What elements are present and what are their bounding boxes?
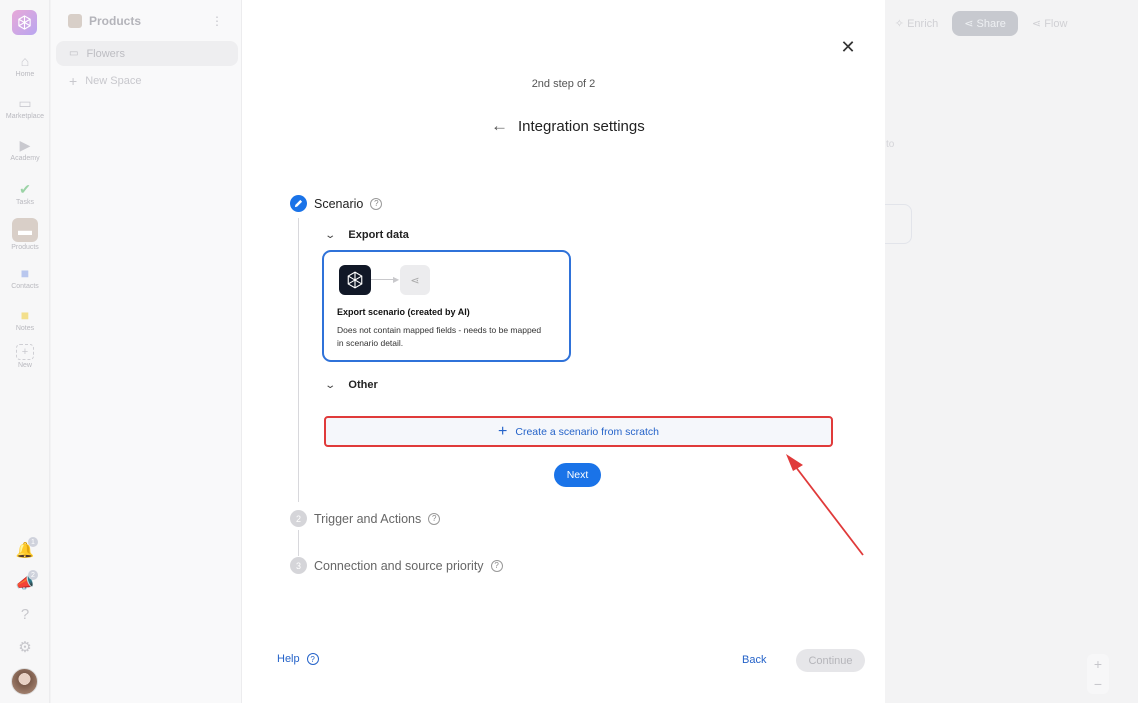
rail-label-marketplace: Marketplace xyxy=(5,113,45,120)
share-button: ⋖ Share xyxy=(952,10,1018,36)
help-circle-icon[interactable]: ? xyxy=(0,606,50,623)
help-icon: ? xyxy=(306,653,319,665)
group-export-data[interactable]: ⌄ Export data xyxy=(324,229,409,241)
step-label: Connection and source priority xyxy=(314,558,484,573)
group-label: Export data xyxy=(348,229,409,241)
enrich-label: Enrich xyxy=(907,17,939,30)
rail-item-home[interactable]: ⌂ Home xyxy=(0,53,50,78)
rail-label-home: Home xyxy=(15,71,35,78)
more-options-icon[interactable]: ⋮ xyxy=(211,14,223,28)
box-icon: ▬ xyxy=(12,218,38,242)
zoom-out-icon[interactable]: − xyxy=(1094,676,1102,692)
pencil-icon xyxy=(290,195,307,212)
contact-icon: ■ xyxy=(20,265,30,281)
chevron-down-icon: ⌄ xyxy=(324,229,337,241)
rail-item-new[interactable]: + New xyxy=(0,344,50,369)
step-indicator: 2nd step of 2 xyxy=(531,78,596,90)
flow-button: ⋖ Flow xyxy=(1031,17,1068,30)
rail-label-contacts: Contacts xyxy=(11,283,39,290)
notifications-bell-icon[interactable]: 🔔 xyxy=(0,541,50,559)
megaphone-icon[interactable]: 📣 xyxy=(0,574,50,592)
step-trigger-actions[interactable]: 2 Trigger and Actions ? xyxy=(290,510,441,527)
home-icon: ⌂ xyxy=(20,53,30,69)
announcements-badge: 2 xyxy=(28,570,38,580)
rail-item-notes[interactable]: ■ Notes xyxy=(0,307,50,332)
space-item-label: Flowers xyxy=(86,47,125,60)
note-icon: ■ xyxy=(20,307,30,323)
create-scenario-button[interactable]: + Create a scenario from scratch xyxy=(324,416,833,447)
background-text: to xyxy=(886,139,895,150)
step-label: Trigger and Actions xyxy=(314,511,422,526)
card-title: Export scenario (created by AI) xyxy=(337,307,470,317)
flow-label: Flow xyxy=(1044,17,1068,30)
rail-label-academy: Academy xyxy=(10,155,40,162)
step-number: 3 xyxy=(290,557,307,574)
space-item-flowers[interactable]: ▭ Flowers xyxy=(56,41,238,66)
store-icon: ▭ xyxy=(18,94,32,111)
rail-label-notes: Notes xyxy=(15,325,35,332)
chevron-down-icon: ⌄ xyxy=(324,379,337,391)
export-scenario-card[interactable]: ▶ ⋖ Export scenario (created by AI) Does… xyxy=(322,250,571,362)
back-arrow-icon[interactable]: ← xyxy=(491,116,508,136)
check-icon: ✔ xyxy=(19,180,31,197)
rail-item-contacts[interactable]: ■ Contacts xyxy=(0,265,50,290)
stepper-line xyxy=(298,530,299,556)
notifications-badge: 1 xyxy=(28,537,38,547)
group-other[interactable]: ⌄ Other xyxy=(324,379,378,391)
card-description: Does not contain mapped fields - needs t… xyxy=(337,325,542,348)
plus-icon: + xyxy=(69,73,78,89)
help-icon[interactable]: ? xyxy=(370,197,383,210)
plus-icon: + xyxy=(498,422,508,440)
user-avatar[interactable] xyxy=(11,668,38,695)
stepper-line xyxy=(298,218,299,502)
rail-item-products[interactable]: ▬ Products xyxy=(0,218,50,251)
step-scenario[interactable]: Scenario ? xyxy=(290,195,383,212)
share-node-icon: ⋖ xyxy=(400,265,430,295)
new-space-button[interactable]: + New Space xyxy=(69,73,141,89)
step-label: Scenario xyxy=(314,196,364,211)
app-rail: ⌂ Home ▭ Marketplace ▶ Academy ✔ Tasks ▬… xyxy=(0,0,50,703)
share-label: Share xyxy=(976,17,1006,30)
app-cube-icon xyxy=(339,265,371,295)
folder-icon: ▭ xyxy=(69,48,79,59)
play-icon: ▶ xyxy=(19,136,31,153)
create-scenario-label: Create a scenario from scratch xyxy=(515,425,659,438)
close-icon[interactable]: ✕ xyxy=(839,37,857,57)
plus-icon: + xyxy=(16,344,34,360)
rail-label-products: Products xyxy=(11,244,39,251)
rail-item-tasks[interactable]: ✔ Tasks xyxy=(0,180,50,207)
back-button[interactable]: Back xyxy=(742,654,766,666)
help-icon[interactable]: ? xyxy=(428,512,441,525)
settings-gear-icon[interactable]: ⚙ xyxy=(0,638,50,656)
rail-item-academy[interactable]: ▶ Academy xyxy=(0,136,50,163)
products-space-icon xyxy=(68,14,82,28)
enrich-button: ✧ Enrich xyxy=(894,17,939,30)
integration-settings-dialog: ✕ 2nd step of 2 ← Integration settings S… xyxy=(242,0,885,703)
connector-line xyxy=(371,279,395,280)
arrow-right-icon: ▶ xyxy=(393,275,400,284)
dialog-title: Integration settings xyxy=(518,117,645,135)
step-connection-priority[interactable]: 3 Connection and source priority ? xyxy=(290,557,503,574)
spaces-header-label: Products xyxy=(89,14,142,28)
continue-button[interactable]: Continue xyxy=(796,649,865,672)
new-space-label: New Space xyxy=(85,75,142,87)
dialog-header: ← Integration settings xyxy=(491,116,645,136)
background-toolbar: nect ✧ Enrich ⋖ Share ⋖ Flow xyxy=(860,10,1067,36)
zoom-in-icon[interactable]: + xyxy=(1094,656,1102,672)
next-button[interactable]: Next xyxy=(554,463,601,487)
step-number: 2 xyxy=(290,510,307,527)
rail-label-tasks: Tasks xyxy=(16,199,34,206)
spaces-header: Products xyxy=(68,14,141,28)
help-icon[interactable]: ? xyxy=(490,559,503,572)
group-label: Other xyxy=(348,379,378,391)
help-link[interactable]: Help ? xyxy=(277,653,319,665)
rail-label-new: New xyxy=(17,362,32,369)
help-label: Help xyxy=(277,653,300,665)
zoom-controls: + − xyxy=(1087,654,1109,694)
spaces-sidebar: Products ⋮ ▭ Flowers + New Space xyxy=(51,0,242,703)
app-logo-icon[interactable] xyxy=(12,10,37,35)
rail-item-marketplace[interactable]: ▭ Marketplace xyxy=(0,94,50,121)
